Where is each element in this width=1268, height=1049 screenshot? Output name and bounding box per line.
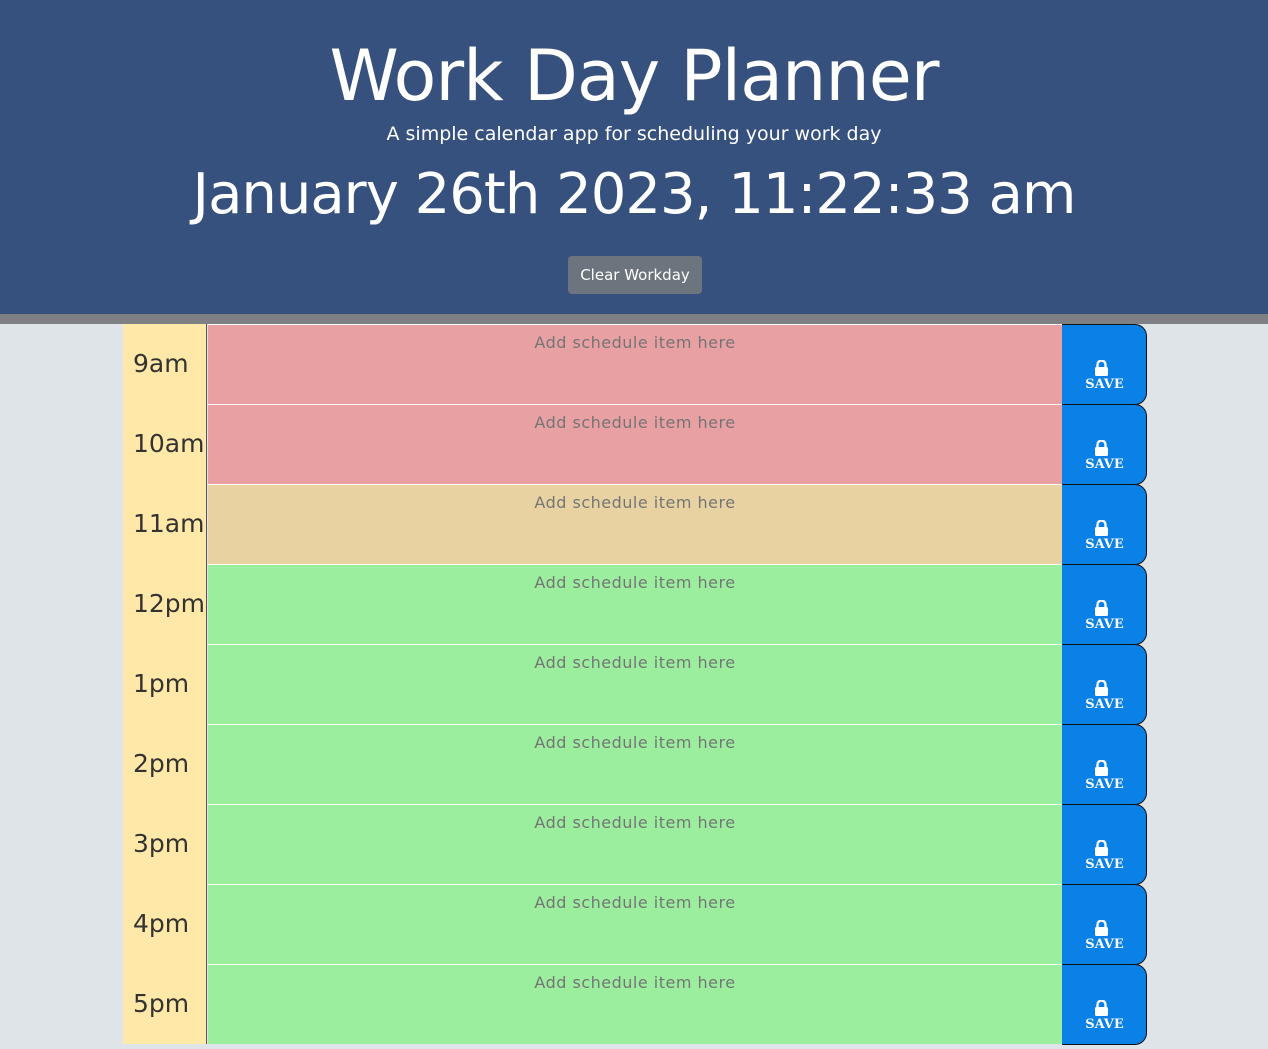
save-button[interactable]: SAVE xyxy=(1062,724,1147,805)
save-label: SAVE xyxy=(1085,697,1124,712)
save-label: SAVE xyxy=(1085,937,1124,952)
save-button[interactable]: SAVE xyxy=(1062,404,1147,485)
save-label: SAVE xyxy=(1085,857,1124,872)
schedule-item-input[interactable] xyxy=(208,564,1062,644)
hour-cell: 3pm xyxy=(123,804,207,884)
hour-label: 2pm xyxy=(133,749,190,778)
header-divider xyxy=(0,314,1268,324)
lock-icon xyxy=(1095,760,1108,776)
hour-label: 4pm xyxy=(133,909,190,938)
lock-icon xyxy=(1095,440,1108,456)
time-block-row: 4pm SAVE xyxy=(123,884,1148,965)
lock-icon xyxy=(1095,520,1108,536)
lock-icon xyxy=(1095,920,1108,936)
page-title: Work Day Planner xyxy=(329,35,939,117)
save-button[interactable]: SAVE xyxy=(1062,804,1147,885)
save-button[interactable]: SAVE xyxy=(1062,484,1147,565)
hour-label: 3pm xyxy=(133,829,190,858)
hour-label: 10am xyxy=(133,429,205,458)
clear-workday-button[interactable]: Clear Workday xyxy=(568,256,702,294)
hour-label: 1pm xyxy=(133,669,190,698)
schedule-item-input[interactable] xyxy=(208,884,1062,964)
hour-label: 9am xyxy=(133,349,189,378)
time-block-row: 12pm SAVE xyxy=(123,564,1148,645)
lock-icon xyxy=(1095,1000,1108,1016)
schedule-item-input[interactable] xyxy=(208,404,1062,484)
save-label: SAVE xyxy=(1085,617,1124,632)
page-header: Work Day Planner A simple calendar app f… xyxy=(0,0,1268,314)
time-block-row: 5pm SAVE xyxy=(123,964,1148,1045)
current-date: January 26th 2023, 11:22:33 am xyxy=(192,162,1077,227)
lock-icon xyxy=(1095,680,1108,696)
schedule-item-input[interactable] xyxy=(208,644,1062,724)
save-button[interactable]: SAVE xyxy=(1062,324,1147,405)
lock-icon xyxy=(1095,360,1108,376)
save-button[interactable]: SAVE xyxy=(1062,564,1147,645)
schedule-item-input[interactable] xyxy=(208,484,1062,564)
hour-label: 11am xyxy=(133,509,205,538)
hour-label: 12pm xyxy=(133,589,206,618)
hour-cell: 4pm xyxy=(123,884,207,964)
hour-label: 5pm xyxy=(133,989,190,1018)
save-button[interactable]: SAVE xyxy=(1062,644,1147,725)
time-block-row: 10am SAVE xyxy=(123,404,1148,485)
hour-cell: 12pm xyxy=(123,564,207,644)
schedule-item-input[interactable] xyxy=(208,964,1062,1044)
save-label: SAVE xyxy=(1085,457,1124,472)
schedule-item-input[interactable] xyxy=(208,804,1062,884)
hour-cell: 5pm xyxy=(123,964,207,1044)
page-subtitle: A simple calendar app for scheduling you… xyxy=(386,123,882,145)
save-label: SAVE xyxy=(1085,777,1124,792)
hour-cell: 1pm xyxy=(123,644,207,724)
lock-icon xyxy=(1095,600,1108,616)
hour-cell: 11am xyxy=(123,484,207,564)
save-button[interactable]: SAVE xyxy=(1062,884,1147,965)
time-block-row: 3pm SAVE xyxy=(123,804,1148,885)
lock-icon xyxy=(1095,840,1108,856)
save-label: SAVE xyxy=(1085,377,1124,392)
hour-cell: 10am xyxy=(123,404,207,484)
time-block-list: 9amSAVE10amSAVE11amSAVE12pmSAVE1pmSAVE2p… xyxy=(123,324,1148,1045)
save-label: SAVE xyxy=(1085,537,1124,552)
time-block-row: 1pm SAVE xyxy=(123,644,1148,725)
hour-cell: 9am xyxy=(123,324,207,404)
time-block-row: 11am SAVE xyxy=(123,484,1148,565)
hour-cell: 2pm xyxy=(123,724,207,804)
time-block-row: 2pm SAVE xyxy=(123,724,1148,805)
schedule-item-input[interactable] xyxy=(208,724,1062,804)
save-label: SAVE xyxy=(1085,1017,1124,1032)
save-button[interactable]: SAVE xyxy=(1062,964,1147,1045)
schedule-item-input[interactable] xyxy=(208,324,1062,404)
time-block-row: 9am SAVE xyxy=(123,324,1148,405)
